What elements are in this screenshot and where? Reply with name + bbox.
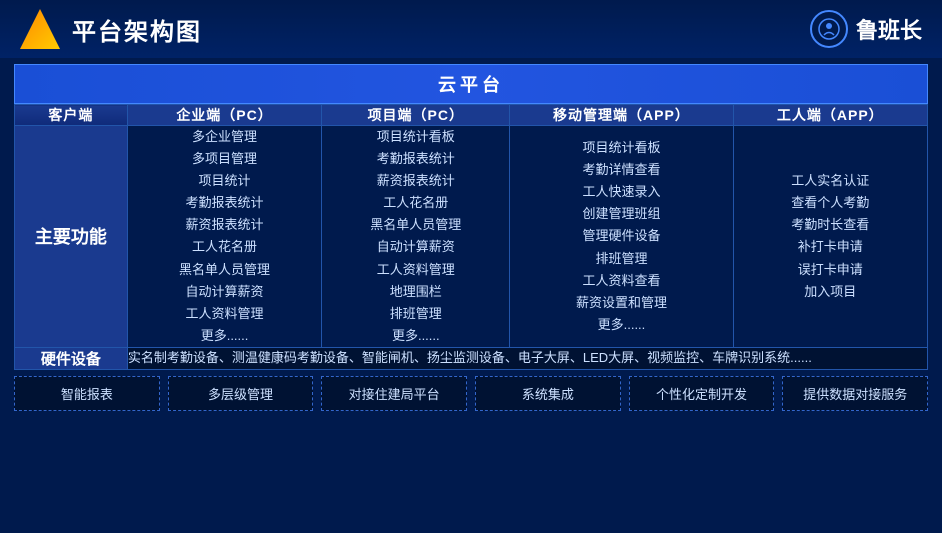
tag-housing-bureau: 对接住建局平台	[321, 376, 467, 411]
worker-features-cell: 工人实名认证 查看个人考勤 考勤时长查看 补打卡申请 误打卡申请 加入项目	[733, 126, 927, 348]
mobile-features-cell: 项目统计看板 考勤详情查看 工人快速录入 创建管理班组 管理硬件设备 排班管理 …	[510, 126, 733, 348]
tag-custom-dev: 个性化定制开发	[629, 376, 775, 411]
col-header-worker: 工人端（APP）	[733, 105, 927, 126]
header: 平台架构图 鲁班长	[0, 0, 942, 58]
col-header-enterprise: 企业端（PC）	[127, 105, 321, 126]
platform-table: 客户端 企业端（PC） 项目端（PC） 移动管理端（APP） 工人端（APP） …	[14, 104, 928, 370]
logo-icon	[20, 9, 60, 49]
main-features-row: 主要功能 多企业管理 多项目管理 项目统计 考勤报表统计 薪资报表统计 工人花名…	[15, 126, 928, 348]
row-label-features: 主要功能	[15, 126, 128, 348]
page-title: 平台架构图	[72, 12, 202, 47]
mobile-features-text: 项目统计看板 考勤详情查看 工人快速录入 创建管理班组 管理硬件设备 排班管理 …	[510, 137, 732, 336]
brand-icon	[810, 10, 848, 48]
header-left: 平台架构图	[20, 9, 202, 49]
column-header-row: 客户端 企业端（PC） 项目端（PC） 移动管理端（APP） 工人端（APP）	[15, 105, 928, 126]
brand-name: 鲁班长	[856, 13, 922, 45]
row-label-hardware: 硬件设备	[15, 347, 128, 369]
tag-system-integration: 系统集成	[475, 376, 621, 411]
cloud-platform-banner: 云平台	[14, 64, 928, 104]
col-header-mobile: 移动管理端（APP）	[510, 105, 733, 126]
bottom-tags: 智能报表 多层级管理 对接住建局平台 系统集成 个性化定制开发 提供数据对接服务	[14, 376, 928, 411]
col-header-project: 项目端（PC）	[322, 105, 510, 126]
hardware-content-cell: 实名制考勤设备、测温健康码考勤设备、智能闸机、扬尘监测设备、电子大屏、LED大屏…	[127, 347, 927, 369]
col-header-client: 客户端	[15, 105, 128, 126]
project-features-text: 项目统计看板 考勤报表统计 薪资报表统计 工人花名册 黑名单人员管理 自动计算薪…	[322, 126, 509, 347]
brand-logo: 鲁班长	[810, 10, 922, 48]
tag-multilevel: 多层级管理	[168, 376, 314, 411]
worker-features-text: 工人实名认证 查看个人考勤 考勤时长查看 补打卡申请 误打卡申请 加入项目	[734, 170, 927, 303]
tag-smart-report: 智能报表	[14, 376, 160, 411]
main-content: 云平台 客户端 企业端（PC） 项目端（PC） 移动管理端（APP） 工人端（A…	[0, 58, 942, 417]
tag-data-service: 提供数据对接服务	[782, 376, 928, 411]
enterprise-features-cell: 多企业管理 多项目管理 项目统计 考勤报表统计 薪资报表统计 工人花名册 黑名单…	[127, 126, 321, 348]
hardware-row: 硬件设备 实名制考勤设备、测温健康码考勤设备、智能闸机、扬尘监测设备、电子大屏、…	[15, 347, 928, 369]
project-features-cell: 项目统计看板 考勤报表统计 薪资报表统计 工人花名册 黑名单人员管理 自动计算薪…	[322, 126, 510, 348]
enterprise-features-text: 多企业管理 多项目管理 项目统计 考勤报表统计 薪资报表统计 工人花名册 黑名单…	[128, 126, 321, 347]
